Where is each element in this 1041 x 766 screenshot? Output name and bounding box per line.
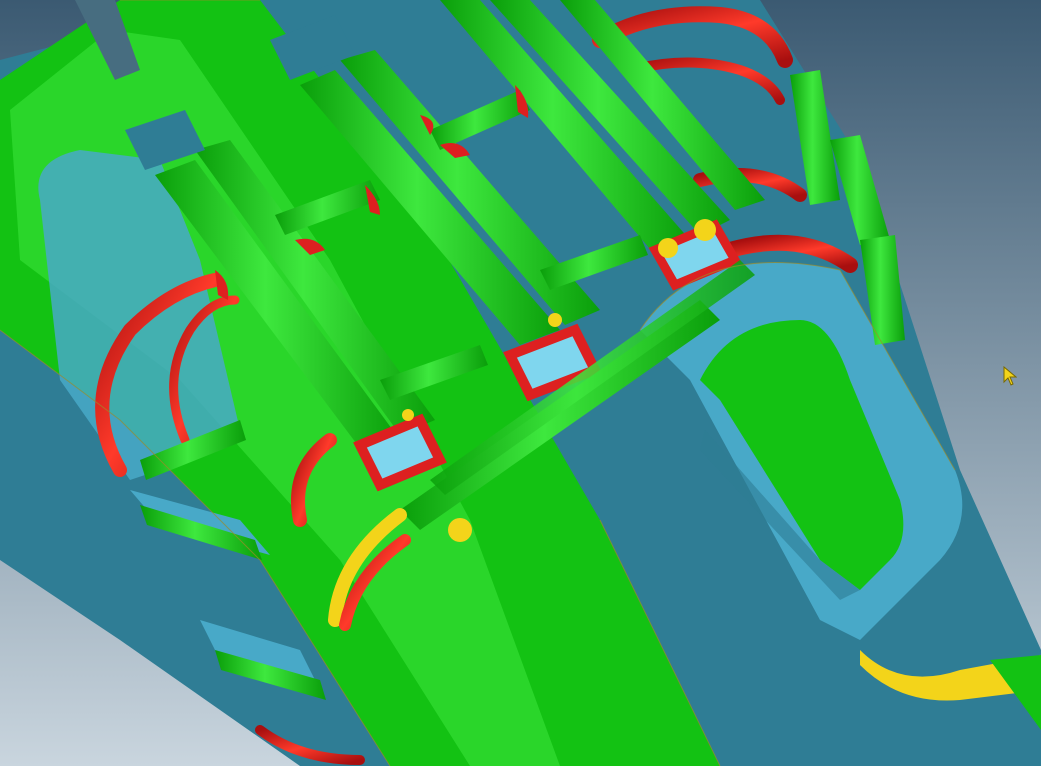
yellow-contact-3 (448, 518, 472, 542)
yellow-contact-1 (658, 238, 678, 258)
cad-3d-viewport[interactable] (0, 0, 1041, 766)
yellow-contact-2 (694, 219, 716, 241)
mouse-pointer-icon (1003, 366, 1017, 386)
yellow-contact-5 (402, 409, 414, 421)
3d-model-scene[interactable] (0, 0, 1041, 766)
yellow-contact-4 (548, 313, 562, 327)
